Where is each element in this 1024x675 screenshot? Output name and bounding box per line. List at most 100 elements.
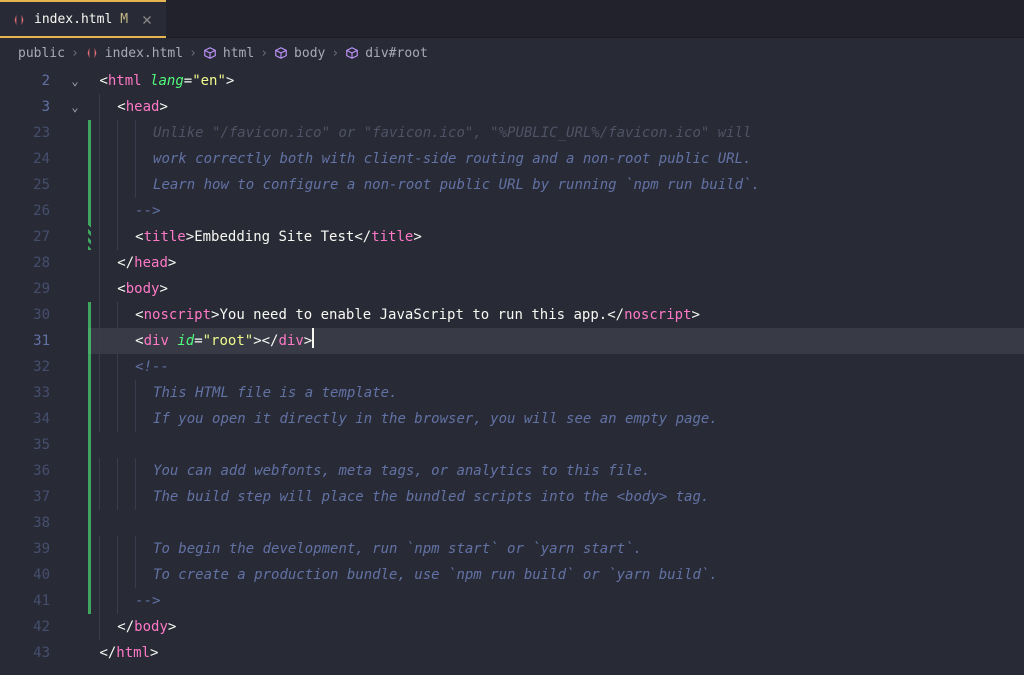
diff-marker	[88, 380, 91, 406]
code-token: If you open it directly in the browser, …	[153, 406, 718, 432]
code-token: noscript	[144, 302, 211, 328]
code-token: >	[159, 94, 167, 120]
indent-guide	[135, 536, 153, 562]
code-token: >	[413, 224, 421, 250]
code-line[interactable]	[88, 432, 1024, 458]
close-icon[interactable]	[140, 13, 154, 27]
indent-guide	[135, 562, 153, 588]
diff-marker	[88, 588, 91, 614]
diff-marker	[88, 120, 91, 146]
code-token: div	[279, 328, 304, 354]
code-line[interactable]: <!--	[88, 354, 1024, 380]
code-line[interactable]: <div id="root"></div>	[88, 328, 1024, 354]
code-line[interactable]: -->	[88, 198, 1024, 224]
code-line[interactable]: The build step will place the bundled sc…	[88, 484, 1024, 510]
breadcrumb[interactable]: public›index.html›html›body›div#root	[0, 38, 1024, 68]
diff-marker	[88, 302, 91, 328]
line-number: 36	[0, 458, 62, 484]
code-line[interactable]: </html>	[88, 640, 1024, 666]
line-number: 37	[0, 484, 62, 510]
line-number: 40	[0, 562, 62, 588]
code-token: Learn how to configure a non-root public…	[153, 172, 760, 198]
indent-guide	[135, 484, 153, 510]
code-token: </	[117, 614, 134, 640]
indent-guide	[99, 120, 117, 146]
element-icon	[203, 46, 217, 60]
diff-marker	[88, 198, 91, 224]
tab-bar: index.html M	[0, 0, 1024, 38]
fold-spacer	[66, 536, 84, 562]
breadcrumb-item[interactable]: div#root	[345, 46, 428, 61]
code-line[interactable]: <noscript>You need to enable JavaScript …	[88, 302, 1024, 328]
code-token: >	[226, 68, 234, 94]
diff-marker	[88, 172, 91, 198]
code-token: >	[304, 328, 312, 354]
code-token: To begin the development, run `npm start…	[153, 536, 642, 562]
indent-guide	[117, 484, 135, 510]
indent-guide	[99, 406, 117, 432]
code-line[interactable]: </head>	[88, 250, 1024, 276]
code-line[interactable]: <html lang="en">	[88, 68, 1024, 94]
code-token	[169, 328, 177, 354]
code-token: noscript	[624, 302, 691, 328]
fold-spacer	[66, 432, 84, 458]
fold-spacer	[66, 354, 84, 380]
diff-marker	[88, 484, 91, 510]
breadcrumb-item[interactable]: public	[18, 46, 65, 61]
code-line[interactable]: Unlike "/favicon.ico" or "favicon.ico", …	[88, 120, 1024, 146]
breadcrumb-item[interactable]: html	[203, 46, 254, 61]
code-line[interactable]: This HTML file is a template.	[88, 380, 1024, 406]
code-line[interactable]: work correctly both with client-side rou…	[88, 146, 1024, 172]
editor-tab[interactable]: index.html M	[0, 0, 166, 37]
code-line[interactable]	[88, 510, 1024, 536]
fold-toggle-icon[interactable]: ⌄	[66, 94, 84, 120]
diff-marker	[88, 510, 91, 536]
code-token: >	[168, 250, 176, 276]
indent-guide	[117, 380, 135, 406]
chevron-right-icon: ›	[260, 46, 268, 61]
code-line[interactable]: </body>	[88, 614, 1024, 640]
html-file-icon	[12, 13, 26, 27]
fold-toggle-icon[interactable]: ⌄	[66, 68, 84, 94]
indent-guide	[117, 354, 135, 380]
code-line[interactable]: To begin the development, run `npm start…	[88, 536, 1024, 562]
diff-marker	[88, 224, 91, 250]
code-line[interactable]: Learn how to configure a non-root public…	[88, 172, 1024, 198]
code-editor[interactable]: 2323242526272829303132333435363738394041…	[0, 68, 1024, 675]
code-token: =	[184, 68, 192, 94]
breadcrumb-item[interactable]: body	[274, 46, 325, 61]
code-content[interactable]: <html lang="en"> <head> Unlike "/favicon…	[84, 68, 1024, 675]
code-line[interactable]: -->	[88, 588, 1024, 614]
fold-spacer	[66, 380, 84, 406]
fold-spacer	[66, 562, 84, 588]
line-number: 35	[0, 432, 62, 458]
element-icon	[345, 46, 359, 60]
element-icon	[274, 46, 288, 60]
indent-guide	[99, 250, 117, 276]
code-line[interactable]: <title>Embedding Site Test</title>	[88, 224, 1024, 250]
code-line[interactable]: <body>	[88, 276, 1024, 302]
indent-guide	[117, 458, 135, 484]
code-line[interactable]: If you open it directly in the browser, …	[88, 406, 1024, 432]
code-token: id	[177, 328, 194, 354]
indent-guide	[135, 380, 153, 406]
code-line[interactable]: You can add webfonts, meta tags, or anal…	[88, 458, 1024, 484]
fold-spacer	[66, 120, 84, 146]
line-number: 30	[0, 302, 62, 328]
code-line[interactable]: <head>	[88, 94, 1024, 120]
chevron-right-icon: ›	[71, 46, 79, 61]
code-token: >	[150, 640, 158, 666]
breadcrumb-item[interactable]: index.html	[85, 46, 183, 61]
code-token: Embedding Site Test	[194, 224, 354, 250]
code-line[interactable]: To create a production bundle, use `npm …	[88, 562, 1024, 588]
fold-gutter[interactable]: ⌄⌄	[66, 68, 84, 675]
fold-spacer	[66, 172, 84, 198]
indent-guide	[135, 172, 153, 198]
code-token: To create a production bundle, use `npm …	[153, 562, 718, 588]
indent-guide	[99, 562, 117, 588]
code-token	[142, 68, 150, 94]
fold-spacer	[66, 458, 84, 484]
code-token: body	[126, 276, 160, 302]
indent-guide	[99, 588, 117, 614]
code-token: html	[108, 68, 142, 94]
